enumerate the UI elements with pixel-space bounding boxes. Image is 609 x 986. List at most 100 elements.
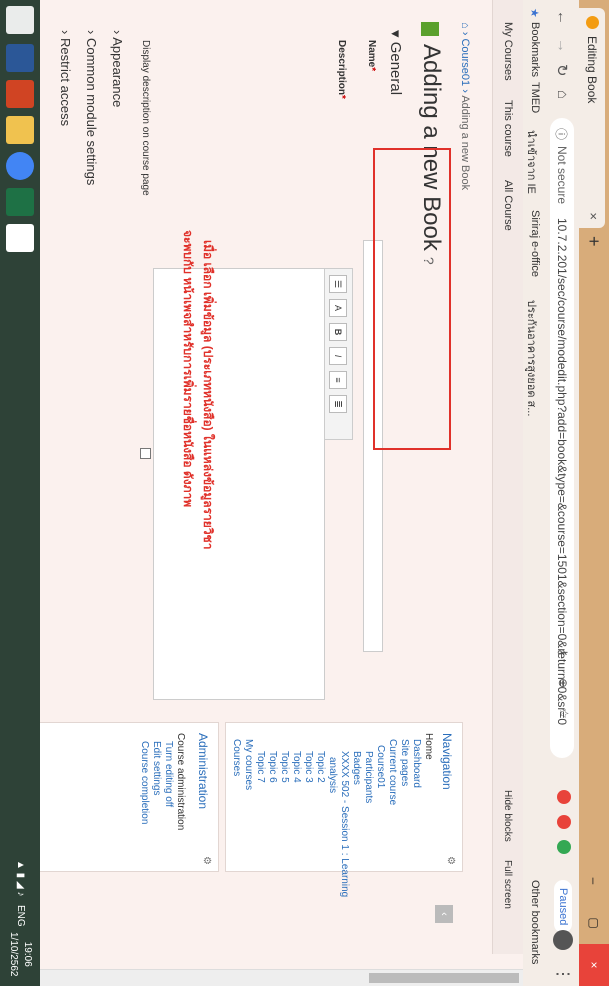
acrobat-icon[interactable] xyxy=(6,224,34,252)
display-description-label: Display description on course page xyxy=(140,40,151,196)
nav-item-topic7[interactable]: Topic 7 xyxy=(255,751,266,783)
home-icon[interactable]: ⌂ xyxy=(459,22,471,29)
extension-green-icon[interactable] xyxy=(557,840,571,854)
annotation-line-1: เมื่อ เลือก เพิ่มข้อมูล (ประเภทหนังสือ) … xyxy=(201,240,215,550)
extension-opera-icon[interactable] xyxy=(557,790,571,804)
section-restrict-access[interactable]: › Restrict access xyxy=(58,30,73,126)
bookmarks-label[interactable]: Bookmarks xyxy=(529,22,541,77)
scroll-back-button[interactable]: ‹ xyxy=(435,905,453,923)
full-screen-link[interactable]: Full screen xyxy=(502,860,513,909)
admin-course-administration[interactable]: Course administration xyxy=(175,733,186,830)
nav-item-badges[interactable]: Badges xyxy=(351,751,362,785)
nav-item-session1-cont[interactable]: analysis xyxy=(327,757,338,793)
bookmark-star-icon[interactable]: ☆ xyxy=(557,708,571,719)
nav-item-topic4[interactable]: Topic 4 xyxy=(291,751,302,783)
admin-course-completion[interactable]: Course completion xyxy=(139,741,150,824)
nav-item-current-course[interactable]: Current course xyxy=(387,739,398,805)
bookmark-tmed[interactable]: TMED xyxy=(529,82,541,113)
administration-block-title[interactable]: Administration xyxy=(196,733,210,809)
menu-icon[interactable]: ⋮ xyxy=(553,966,573,982)
editor-toolbar: ☰ A B I ≡ ≣ ∞ xyxy=(324,268,353,440)
nav-item-topic2[interactable]: Topic 2 xyxy=(315,751,326,783)
bookmarks-bar: ★ Bookmarks TMED นำเข้าจาก IE Siriraj e-… xyxy=(522,0,545,986)
tray-icons[interactable]: ▲ ▮ ◢ ♪ xyxy=(15,860,26,896)
extension-red-icon[interactable] xyxy=(557,815,571,829)
back-icon[interactable]: ← xyxy=(554,10,571,25)
nav-item-home[interactable]: Home xyxy=(423,733,434,760)
nav-this-course[interactable]: This course xyxy=(502,100,514,157)
nav-item-participants[interactable]: Participants xyxy=(363,751,374,803)
zoom-icon[interactable]: ⊕ xyxy=(556,678,570,688)
block-settings-icon[interactable]: ⚙ xyxy=(201,856,212,865)
scrollbar-thumb[interactable] xyxy=(369,973,519,983)
window-controls: – ▢ × xyxy=(579,860,609,986)
bookmark-ie[interactable]: นำเข้าจาก IE xyxy=(523,130,541,194)
section-appearance[interactable]: › Appearance xyxy=(110,30,125,107)
nav-all-course[interactable]: All Course xyxy=(502,180,514,231)
breadcrumb-course[interactable]: Course01 xyxy=(459,38,471,86)
nav-item-topic5[interactable]: Topic 5 xyxy=(279,751,290,783)
key-icon[interactable]: ⚷ xyxy=(556,648,570,657)
nav-item-topic6[interactable]: Topic 6 xyxy=(267,751,278,783)
bold-icon[interactable]: B xyxy=(329,323,347,341)
not-secure-label: Not secure xyxy=(555,146,569,205)
hide-blocks-link[interactable]: Hide blocks xyxy=(502,790,513,842)
other-bookmarks[interactable]: Other bookmarks xyxy=(529,880,541,964)
bookmarks-star-icon: ★ xyxy=(528,8,540,18)
nav-item-topic3[interactable]: Topic 3 xyxy=(303,751,314,783)
nav-item-session1[interactable]: XXXX 502 - Session 1 : Learning xyxy=(339,751,350,897)
nav-item-dashboard[interactable]: Dashboard xyxy=(411,739,422,788)
section-common-module[interactable]: › Common module settings xyxy=(84,30,99,185)
start-icon[interactable] xyxy=(6,6,34,34)
reload-icon[interactable]: ↻ xyxy=(553,64,571,77)
tab-close-icon[interactable]: × xyxy=(586,212,601,220)
browser-toolbar: ← → ↻ ⌂ ⓘ Not secure 10.7.2.201/sec/cour… xyxy=(545,0,579,986)
administration-block: Administration ⚙ Course administration T… xyxy=(37,722,219,872)
navigation-block-title[interactable]: Navigation xyxy=(440,733,454,790)
browser-tab[interactable]: Editing Book × xyxy=(579,8,605,228)
display-description-checkbox[interactable] xyxy=(140,448,151,459)
file-explorer-icon[interactable] xyxy=(6,116,34,144)
nav-item-site-pages[interactable]: Site pages xyxy=(399,739,410,786)
nav-item-courses[interactable]: Courses xyxy=(231,739,242,776)
powerpoint-icon[interactable] xyxy=(6,80,34,108)
description-label: Description* xyxy=(336,40,347,99)
word-icon[interactable] xyxy=(6,44,34,72)
numbered-list-icon[interactable]: ≣ xyxy=(329,395,347,413)
forward-icon[interactable]: → xyxy=(554,38,571,53)
paragraph-style-icon[interactable]: A xyxy=(329,299,347,317)
page-scrollbar[interactable] xyxy=(40,969,523,986)
close-window-button[interactable]: × xyxy=(579,944,609,986)
moodle-page: My Courses This course All Course Hide b… xyxy=(37,0,523,970)
breadcrumb: ⌂ › Course01 › Adding a new Book xyxy=(459,22,471,191)
bookmark-siriraj[interactable]: Siriraj e-office xyxy=(529,210,541,277)
block-settings-icon[interactable]: ⚙ xyxy=(445,856,456,865)
clock[interactable]: 19:06 1/10/2562 xyxy=(6,932,34,977)
admin-edit-settings[interactable]: Edit settings xyxy=(151,741,162,795)
info-icon[interactable]: ⓘ xyxy=(553,128,570,140)
bullet-list-icon[interactable]: ≡ xyxy=(329,371,347,389)
home-icon[interactable]: ⌂ xyxy=(554,90,571,99)
chrome-icon[interactable] xyxy=(6,152,34,180)
profile-status[interactable]: Paused xyxy=(554,880,572,934)
maximize-button[interactable]: ▢ xyxy=(579,902,609,944)
bookmark-insurance[interactable]: ประกันอาคารสูงยอด ส... xyxy=(523,300,541,416)
excel-icon[interactable] xyxy=(6,188,34,216)
address-bar[interactable]: ⓘ Not secure 10.7.2.201/sec/course/moded… xyxy=(550,118,574,758)
nav-my-courses[interactable]: My Courses xyxy=(502,22,514,81)
section-general-header[interactable]: ▾ General xyxy=(387,30,405,95)
desktop-screen: Editing Book × + – ▢ × ← → ↻ ⌂ ⓘ Not sec… xyxy=(0,0,609,986)
profile-avatar[interactable] xyxy=(553,930,573,950)
windows-taskbar: ▲ ▮ ◢ ♪ ENG 19:06 1/10/2562 xyxy=(0,0,40,986)
italic-icon[interactable]: I xyxy=(329,347,347,365)
toolbar-toggle-icon[interactable]: ☰ xyxy=(329,275,347,293)
admin-turn-editing-off[interactable]: Turn editing off xyxy=(163,741,174,807)
book-icon xyxy=(421,22,440,36)
breadcrumb-current: Adding a new Book xyxy=(459,95,471,191)
new-tab-button[interactable]: + xyxy=(583,236,604,247)
tab-strip: Editing Book × + – ▢ × xyxy=(579,0,609,986)
language-indicator[interactable]: ENG xyxy=(15,905,26,927)
nav-item-course01[interactable]: Course01 xyxy=(375,745,386,788)
minimize-button[interactable]: – xyxy=(579,860,609,902)
nav-item-my-courses[interactable]: My courses xyxy=(243,739,254,790)
